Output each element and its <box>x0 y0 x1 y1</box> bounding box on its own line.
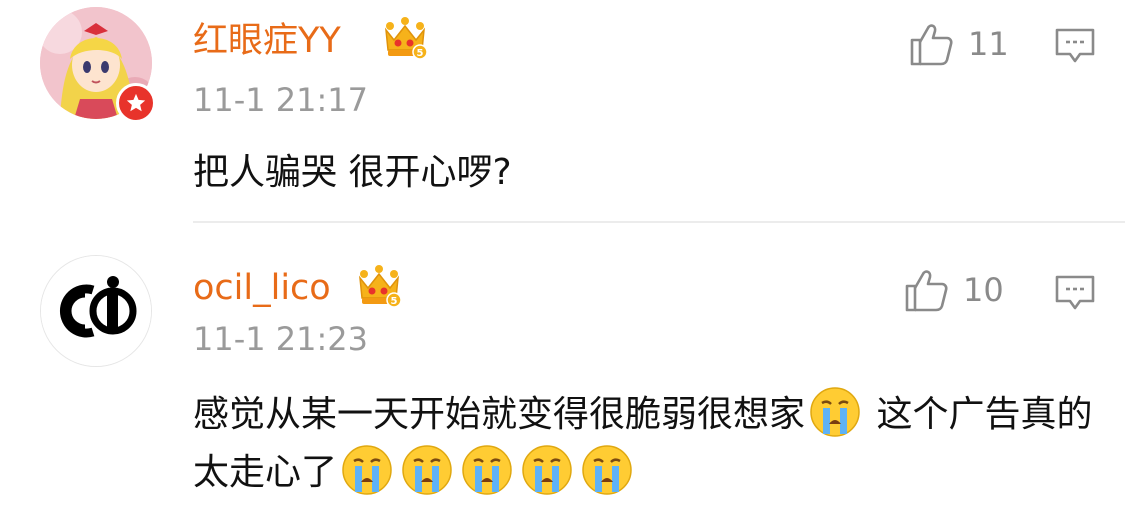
comment-time: 11-1 21:23 <box>193 320 369 358</box>
comment-bubble-icon[interactable] <box>1054 273 1096 313</box>
vip-crown-icon[interactable]: 5 <box>356 264 402 310</box>
username[interactable]: ocil_lico <box>193 271 331 306</box>
comment-bubble-icon[interactable] <box>1054 26 1096 66</box>
svg-text:5: 5 <box>391 296 398 307</box>
verified-badge-icon <box>116 83 156 123</box>
comment-item: 红眼症YY 5 11-1 21:17 11 把人骗哭 很开心啰? <box>0 0 1125 223</box>
avatar[interactable] <box>40 255 152 367</box>
svg-text:5: 5 <box>417 48 424 59</box>
crying-face-icon <box>342 445 392 495</box>
crying-face-icon <box>462 445 512 495</box>
comment-text-part1: 感觉从某一天开始就变得很脆弱很想家 <box>193 394 806 435</box>
like-button[interactable]: 10 <box>903 268 1004 312</box>
comment-text: 感觉从某一天开始就变得很脆弱很想家 这个广告真的太走心了 <box>193 386 1093 502</box>
username[interactable]: 红眼症YY <box>193 24 341 59</box>
crying-face-icon <box>582 445 632 495</box>
crying-face-icon <box>522 445 572 495</box>
comment-text: 把人骗哭 很开心啰? <box>193 152 512 193</box>
comment-item: ocil_lico 5 11-1 21:23 10 感觉从某一天开始就变得很脆弱… <box>0 223 1125 512</box>
crying-face-icon <box>810 387 860 437</box>
like-count: 10 <box>963 271 1004 309</box>
like-button[interactable]: 11 <box>908 22 1009 66</box>
like-count: 11 <box>968 25 1009 63</box>
comment-time: 11-1 21:17 <box>193 81 369 119</box>
thumbs-up-icon <box>910 24 953 66</box>
crying-face-icon <box>402 445 452 495</box>
vip-crown-icon[interactable]: 5 <box>382 16 428 62</box>
thumbs-up-icon <box>905 270 948 312</box>
